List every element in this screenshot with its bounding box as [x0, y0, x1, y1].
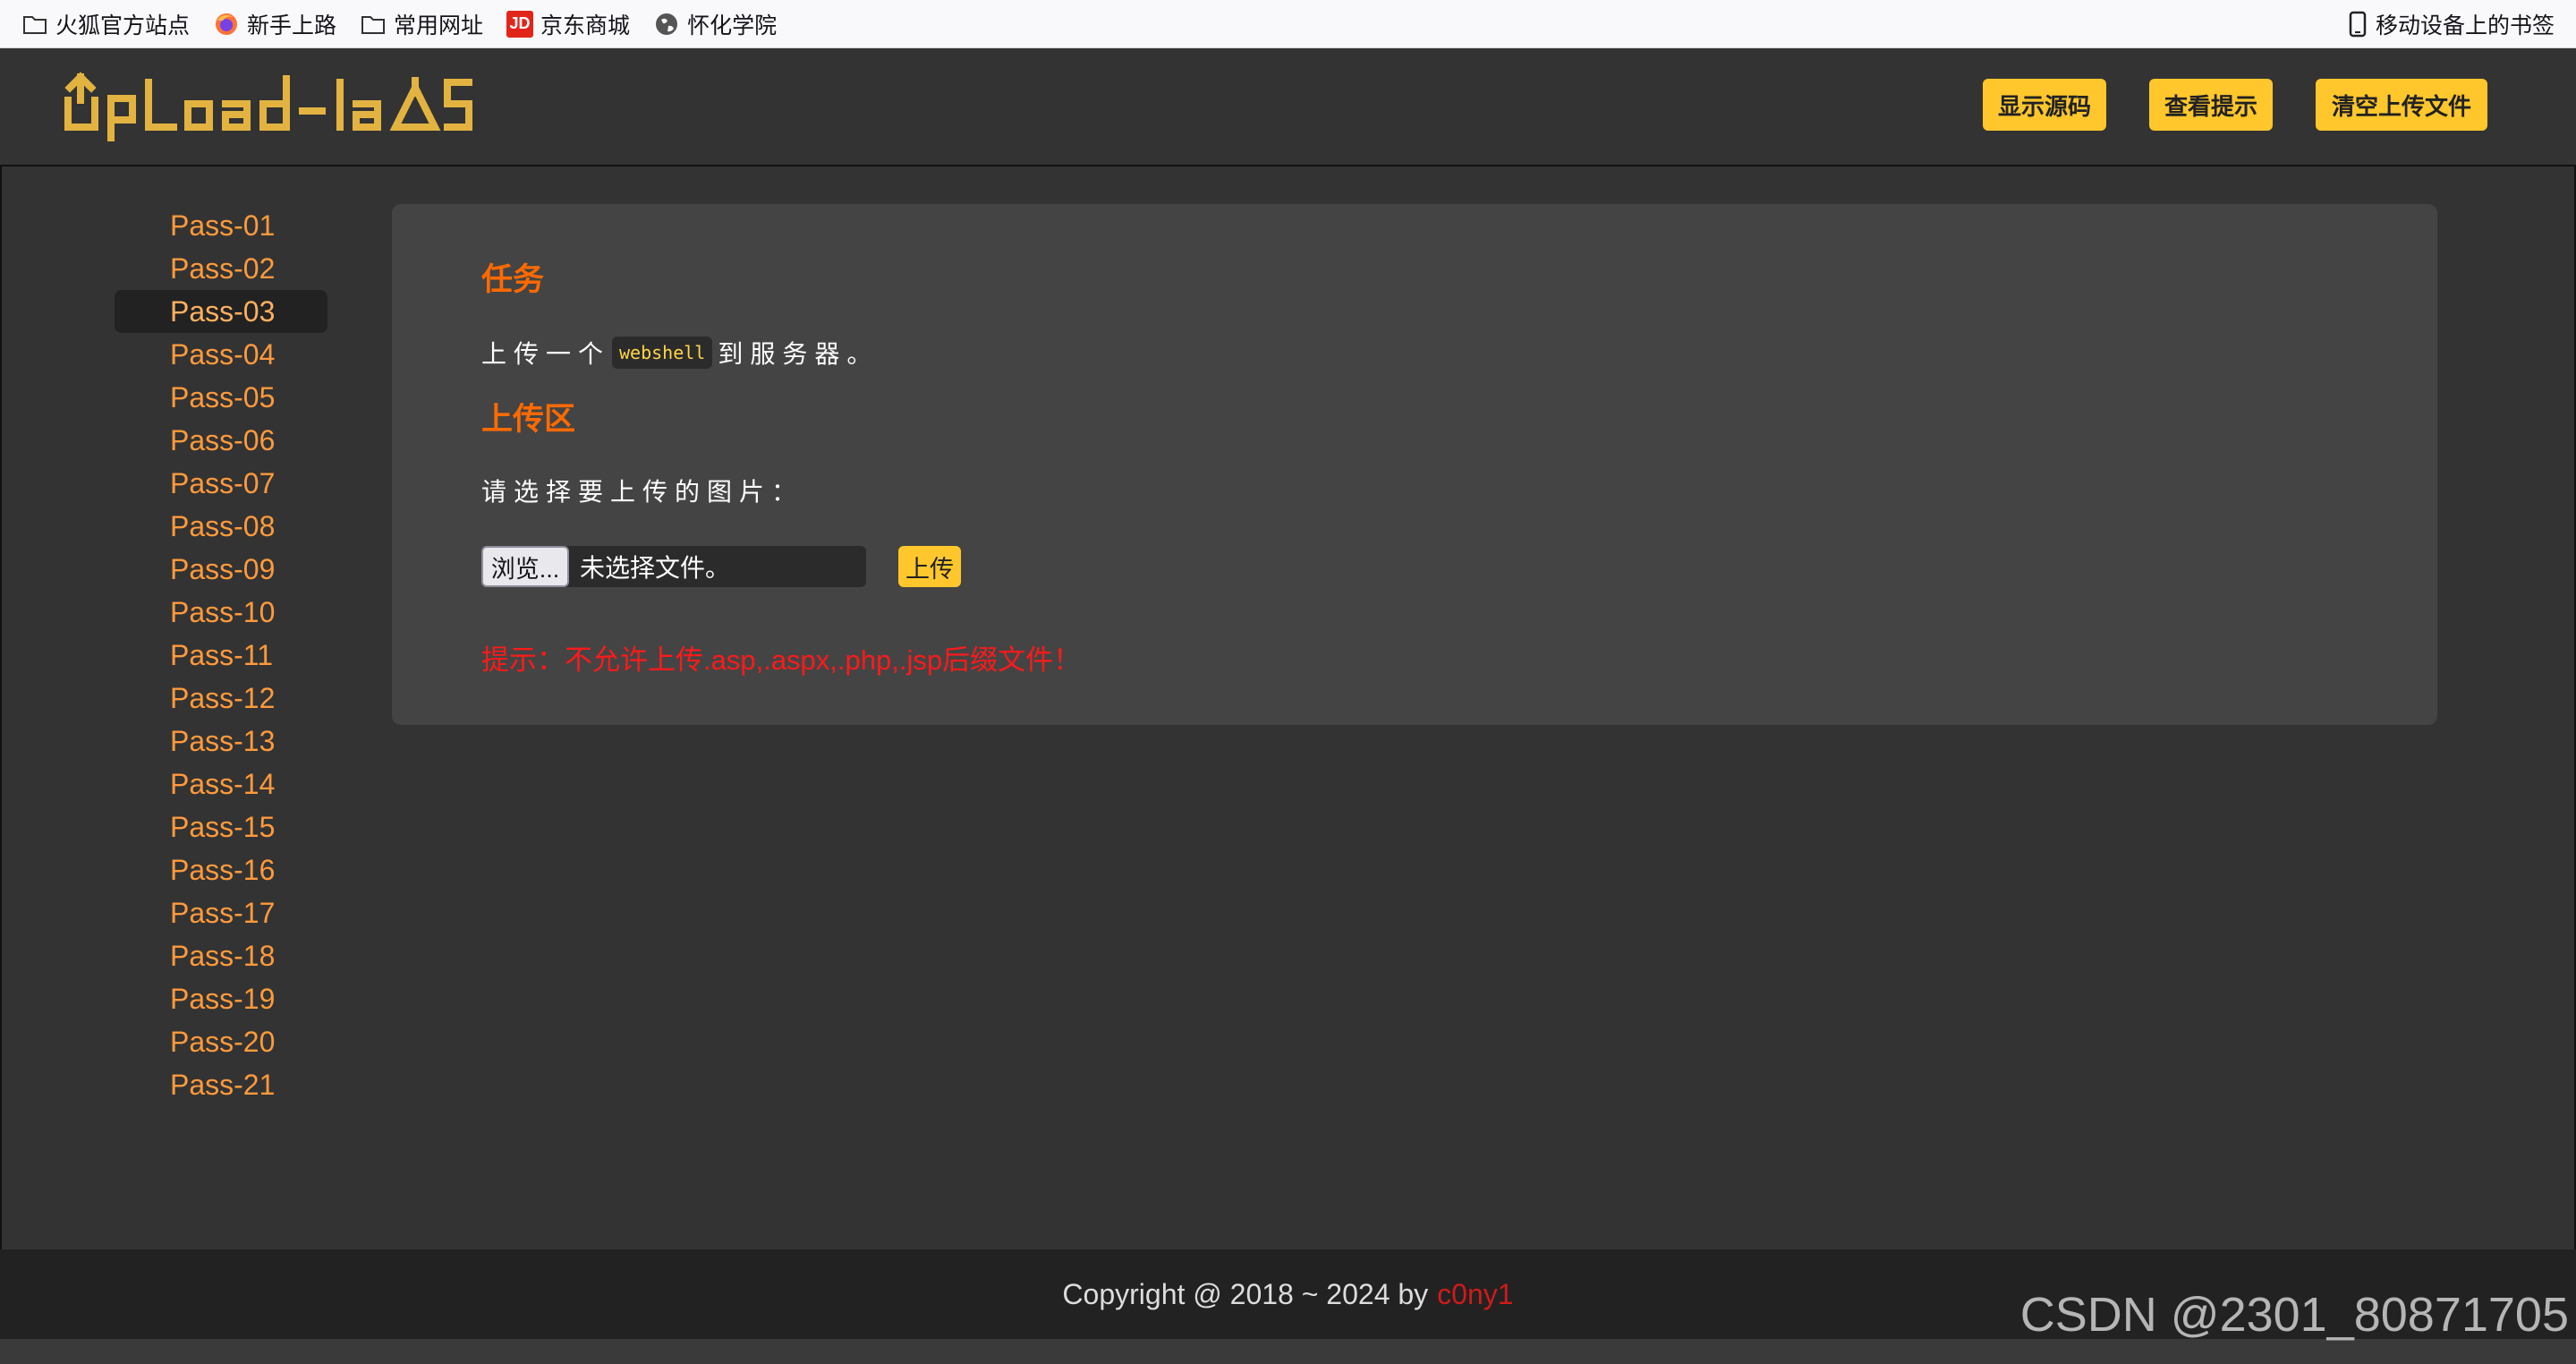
sidebar-item-pass-12[interactable]: Pass-12: [115, 677, 327, 720]
bookmark-label: 怀化学院: [687, 13, 778, 38]
folder-icon: [21, 11, 48, 38]
browse-button[interactable]: 浏览...: [481, 546, 569, 587]
sidebar-item-pass-16[interactable]: Pass-16: [115, 848, 327, 891]
view-hint-button[interactable]: 查看提示: [2149, 79, 2273, 131]
upload-title: 上传区: [481, 402, 576, 437]
file-input[interactable]: 浏览... 未选择文件。: [481, 546, 866, 587]
mobile-bookmarks[interactable]: 移动设备上的书签: [2349, 0, 2555, 48]
firefox-icon: [213, 11, 240, 38]
csdn-watermark: CSDN @2301_80871705: [2019, 1288, 2569, 1342]
sidebar-item-pass-03[interactable]: Pass-03: [115, 290, 327, 333]
main-area: Pass-01 Pass-02 Pass-03 Pass-04 Pass-05 Pass-…: [0, 166, 2576, 1249]
globe-icon: [653, 11, 680, 38]
task-title: 任务: [481, 262, 545, 297]
folder-icon: [360, 11, 387, 38]
upload-button[interactable]: 上传: [898, 546, 961, 587]
task-code: webshell: [612, 337, 713, 369]
sidebar-item-pass-09[interactable]: Pass-09: [115, 548, 327, 591]
bottom-strip: [0, 1339, 2576, 1364]
sidebar-item-pass-10[interactable]: Pass-10: [115, 591, 327, 634]
bookmark-label: 京东商城: [540, 13, 631, 38]
sidebar-item-pass-01[interactable]: Pass-01: [115, 204, 327, 247]
copyright-text: Copyright @ 2018 ~ 2024 by: [1062, 1277, 1429, 1310]
sidebar-item-pass-15[interactable]: Pass-15: [115, 806, 327, 848]
sidebar-item-pass-08[interactable]: Pass-08: [115, 505, 327, 548]
sidebar-item-pass-14[interactable]: Pass-14: [115, 763, 327, 806]
clear-uploads-button[interactable]: 清空上传文件: [2316, 79, 2487, 131]
site-header: 显示源码 查看提示 清空上传文件: [0, 48, 2576, 166]
sidebar-item-pass-07[interactable]: Pass-07: [115, 462, 327, 505]
content-panel: 任务 上传一个 webshell 到服务器。 上传区 请选择要上传的图片： 浏览…: [392, 204, 2437, 725]
bookmark-item[interactable]: JD 京东商城: [506, 8, 630, 40]
mobile-icon: [2349, 11, 2372, 38]
sidebar-item-pass-19[interactable]: Pass-19: [115, 977, 327, 1020]
bookmark-item[interactable]: 火狐官方站点: [21, 8, 190, 40]
jd-badge: JD: [509, 14, 531, 32]
bookmark-label: 火狐官方站点: [55, 13, 191, 38]
task-text-after: 到服务器。: [718, 340, 880, 368]
jd-icon: JD: [506, 10, 534, 38]
sidebar-item-pass-06[interactable]: Pass-06: [115, 419, 327, 462]
site-logo[interactable]: [64, 70, 476, 141]
sidebar-item-pass-21[interactable]: Pass-21: [115, 1063, 327, 1106]
author-link[interactable]: c0ny1: [1437, 1278, 1513, 1311]
sidebar-item-pass-18[interactable]: Pass-18: [115, 934, 327, 977]
sidebar-item-pass-17[interactable]: Pass-17: [115, 891, 327, 934]
bookmarks-bar: 火狐官方站点 新手上路 常用网址 JD 京东商城 怀化学院 移动设备上的书签: [0, 0, 2576, 48]
select-prompt: 请选择要上传的图片：: [481, 478, 804, 506]
upload-hint: 提示：不允许上传.asp,.aspx,.php,.jsp后缀文件！: [481, 644, 1082, 676]
sidebar-item-pass-20[interactable]: Pass-20: [115, 1020, 327, 1063]
bookmark-item[interactable]: 怀化学院: [653, 8, 777, 40]
show-source-button[interactable]: 显示源码: [1983, 79, 2106, 131]
sidebar-item-pass-02[interactable]: Pass-02: [115, 247, 327, 290]
sidebar-item-pass-11[interactable]: Pass-11: [115, 634, 327, 677]
bookmark-label: 新手上路: [247, 13, 337, 38]
sidebar-item-pass-13[interactable]: Pass-13: [115, 720, 327, 763]
pass-sidebar: Pass-01 Pass-02 Pass-03 Pass-04 Pass-05 Pass-…: [115, 204, 327, 1106]
task-text-before: 上传一个: [481, 340, 611, 368]
bookmark-label: 移动设备上的书签: [2375, 13, 2555, 38]
bookmark-label: 常用网址: [394, 13, 484, 38]
file-status: 未选择文件。: [580, 554, 731, 582]
sidebar-item-pass-04[interactable]: Pass-04: [115, 333, 327, 376]
bookmark-item[interactable]: 常用网址: [360, 8, 483, 40]
sidebar-item-pass-05[interactable]: Pass-05: [115, 376, 327, 419]
task-description: 上传一个 webshell 到服务器。: [481, 335, 879, 371]
bookmark-item[interactable]: 新手上路: [213, 8, 336, 40]
upload-labs-logo: [64, 72, 472, 141]
